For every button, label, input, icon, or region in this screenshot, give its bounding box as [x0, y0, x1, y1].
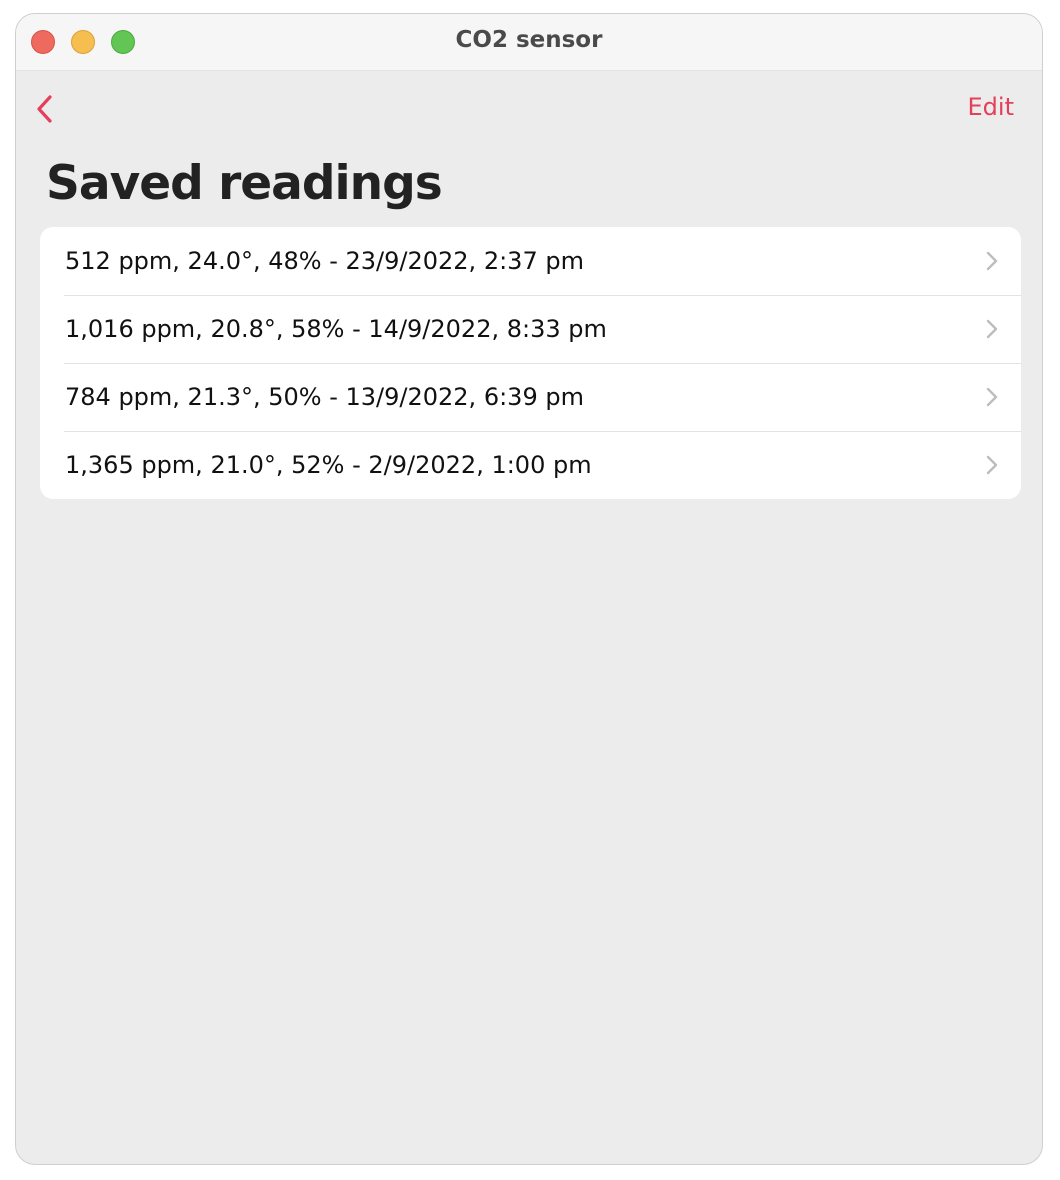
- list-item[interactable]: 784 ppm, 21.3°, 50% - 13/9/2022, 6:39 pm: [40, 363, 1021, 431]
- list-item[interactable]: 1,365 ppm, 21.0°, 52% - 2/9/2022, 1:00 p…: [40, 431, 1021, 499]
- readings-list: 512 ppm, 24.0°, 48% - 23/9/2022, 2:37 pm…: [40, 227, 1021, 499]
- chevron-right-icon: [986, 319, 998, 339]
- chevron-right-icon: [986, 387, 998, 407]
- chevron-right-icon: [986, 251, 998, 271]
- navigation-bar: Edit: [16, 71, 1042, 141]
- back-button[interactable]: [30, 89, 62, 129]
- reading-label: 784 ppm, 21.3°, 50% - 13/9/2022, 6:39 pm: [65, 383, 584, 411]
- chevron-right-icon: [986, 455, 998, 475]
- edit-button[interactable]: Edit: [968, 93, 1014, 121]
- page-title: Saved readings: [46, 156, 443, 211]
- list-item[interactable]: 1,016 ppm, 20.8°, 58% - 14/9/2022, 8:33 …: [40, 295, 1021, 363]
- reading-label: 1,365 ppm, 21.0°, 52% - 2/9/2022, 1:00 p…: [65, 451, 592, 479]
- app-window: CO2 sensor Edit Saved readings 512 ppm, …: [15, 13, 1043, 1165]
- reading-label: 512 ppm, 24.0°, 48% - 23/9/2022, 2:37 pm: [65, 247, 584, 275]
- window-title: CO2 sensor: [455, 27, 603, 53]
- list-item[interactable]: 512 ppm, 24.0°, 48% - 23/9/2022, 2:37 pm: [40, 227, 1021, 295]
- chevron-left-icon: [37, 95, 52, 123]
- reading-label: 1,016 ppm, 20.8°, 58% - 14/9/2022, 8:33 …: [65, 315, 607, 343]
- title-bar: CO2 sensor: [16, 14, 1042, 71]
